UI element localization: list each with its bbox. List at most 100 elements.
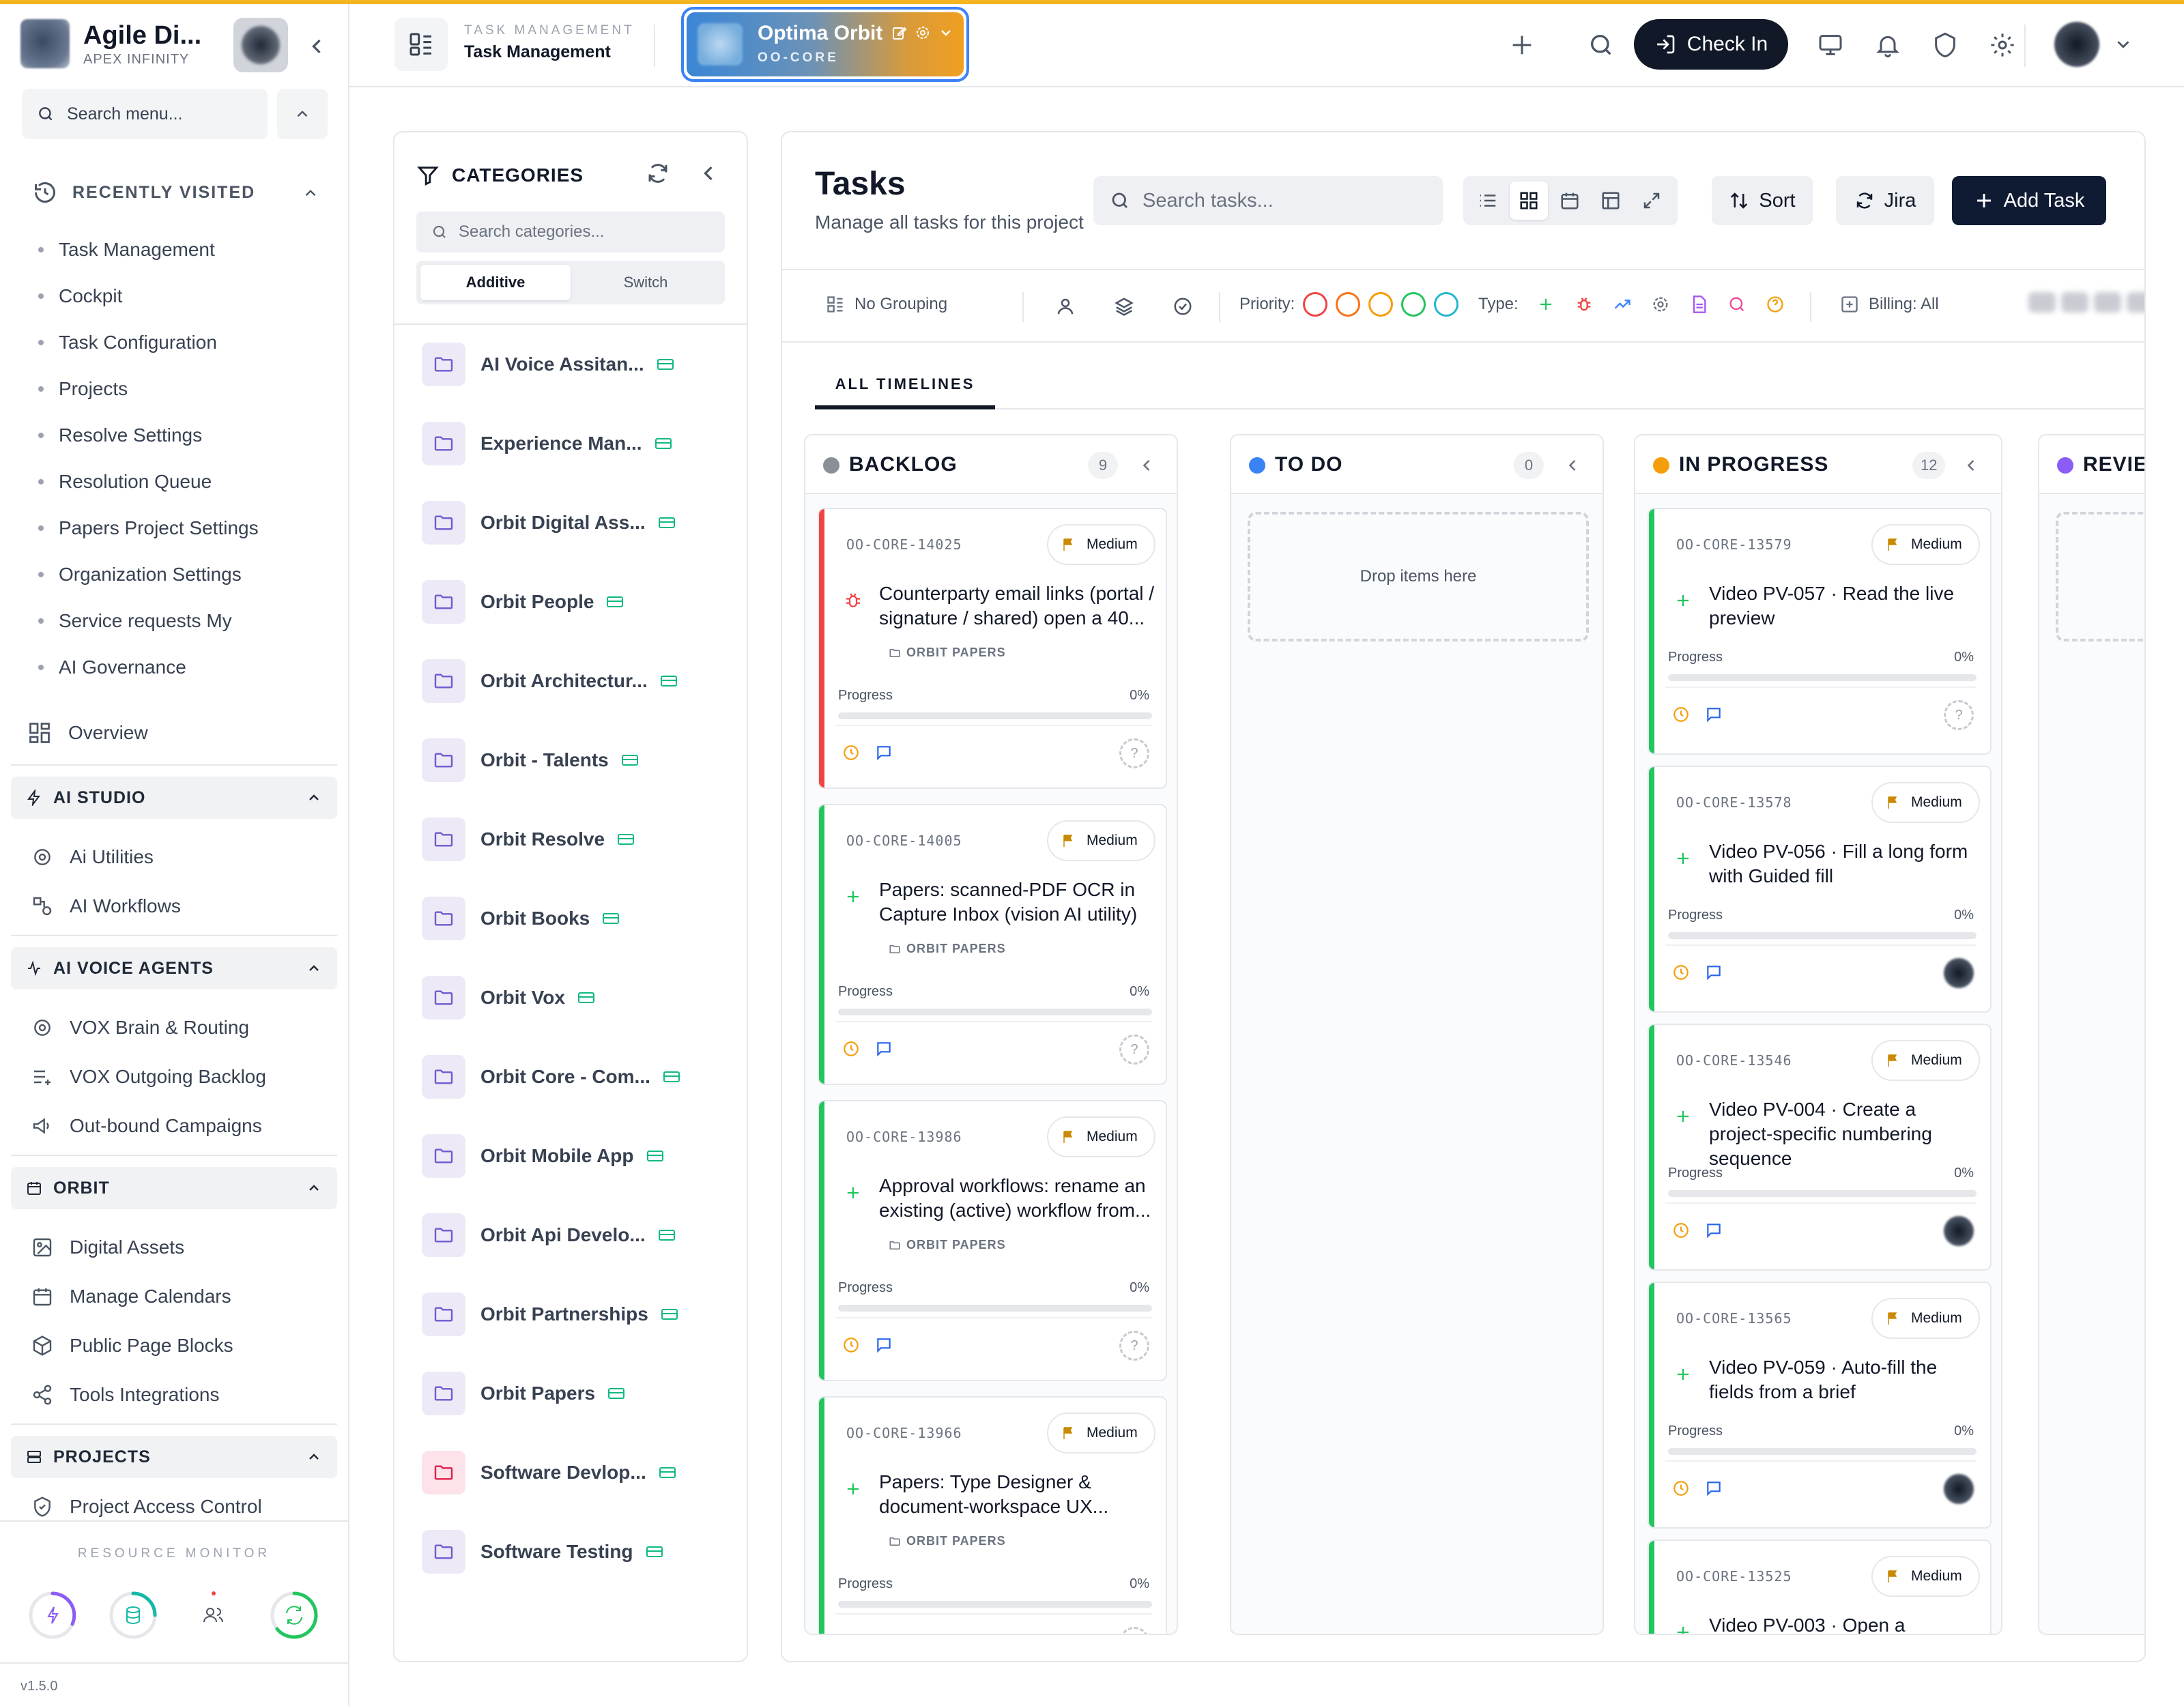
mode-switch[interactable]: Switch: [571, 265, 721, 300]
tab-all-timelines[interactable]: ALL TIMELINES: [815, 375, 995, 393]
nav-item-vox-brain[interactable]: VOX Brain & Routing: [31, 1007, 249, 1048]
time-log-button[interactable]: [1671, 1478, 1691, 1499]
task-card[interactable]: OO-CORE-13986 Medium Approval workflows:…: [818, 1100, 1167, 1381]
recent-item[interactable]: Task Configuration: [38, 319, 259, 366]
time-log-button[interactable]: [1671, 962, 1691, 983]
nav-item-ai-workflows[interactable]: AI Workflows: [31, 886, 181, 927]
recent-item[interactable]: Papers Project Settings: [38, 505, 259, 551]
notifications-button[interactable]: [1869, 26, 1907, 64]
recent-item[interactable]: Resolution Queue: [38, 459, 259, 505]
comments-button[interactable]: [874, 1335, 894, 1355]
categories-search-input[interactable]: [459, 222, 718, 242]
settings-button[interactable]: [1983, 26, 2022, 64]
category-item[interactable]: Orbit Books: [422, 894, 736, 943]
task-card[interactable]: OO-CORE-14025 Medium Counterparty email …: [818, 508, 1167, 789]
section-ai-voice-agents[interactable]: AI VOICE AGENTS: [11, 947, 337, 989]
recent-item[interactable]: Projects: [38, 366, 259, 412]
category-item[interactable]: Orbit Vox: [422, 973, 736, 1022]
section-ai-studio[interactable]: AI STUDIO: [11, 777, 337, 819]
task-search-input[interactable]: [1143, 189, 1429, 212]
comments-button[interactable]: [1704, 1478, 1724, 1499]
brand[interactable]: Agile Di... APEX INFINITY: [20, 19, 201, 68]
category-item[interactable]: Orbit People: [422, 577, 736, 626]
task-card[interactable]: OO-CORE-13565 Medium Video PV-059 · Auto…: [1648, 1282, 1992, 1529]
priority-badge[interactable]: Medium: [1871, 1298, 1980, 1339]
priority-medium-toggle[interactable]: [1368, 292, 1394, 317]
add-task-button[interactable]: Add Task: [1952, 176, 2106, 225]
chevron-down-icon[interactable]: [2113, 34, 2133, 55]
category-item[interactable]: AI Voice Assitan...: [422, 340, 736, 389]
recent-item[interactable]: Organization Settings: [38, 551, 259, 598]
category-item[interactable]: Orbit Architectur...: [422, 656, 736, 706]
task-card[interactable]: OO-CORE-13546 Medium Video PV-004 · Crea…: [1648, 1024, 1992, 1271]
database-gauge-icon[interactable]: [108, 1590, 158, 1640]
project-selector[interactable]: Optima Orbit OO-CORE: [681, 7, 969, 82]
priority-high-toggle[interactable]: [1336, 292, 1361, 317]
drop-zone[interactable]: [2056, 512, 2144, 641]
feature-type-icon[interactable]: [1536, 295, 1555, 314]
view-board-button[interactable]: [1510, 182, 1548, 220]
view-list-button[interactable]: [1469, 182, 1507, 220]
priority-badge[interactable]: Medium: [1047, 1116, 1155, 1157]
users-gauge-icon[interactable]: [188, 1590, 239, 1640]
billing-filter[interactable]: Billing: All: [1840, 295, 1939, 314]
security-button[interactable]: [1926, 26, 1964, 64]
nav-item-public-page-blocks[interactable]: Public Page Blocks: [31, 1325, 233, 1366]
cpu-gauge-icon[interactable]: [27, 1590, 78, 1640]
module-switcher[interactable]: [394, 18, 448, 71]
nav-item-digital-assets[interactable]: Digital Assets: [31, 1227, 184, 1268]
priority-badge[interactable]: Medium: [1047, 820, 1155, 861]
jira-sync-button[interactable]: Jira: [1836, 176, 1934, 225]
column-collapse-button[interactable]: [1137, 456, 1156, 478]
create-button[interactable]: [1503, 26, 1541, 64]
display-button[interactable]: [1811, 26, 1850, 64]
view-calendar-button[interactable]: [1551, 182, 1589, 220]
category-item[interactable]: Orbit Mobile App: [422, 1131, 736, 1181]
column-collapse-button[interactable]: [1962, 456, 1981, 478]
section-projects[interactable]: PROJECTS: [11, 1436, 337, 1478]
category-item[interactable]: Software Testing: [422, 1527, 736, 1576]
category-item[interactable]: Orbit Papers: [422, 1369, 736, 1418]
time-log-button[interactable]: [1671, 704, 1691, 725]
nav-item-project-access-control[interactable]: Project Access Control: [31, 1496, 262, 1520]
priority-badge[interactable]: Medium: [1047, 524, 1155, 565]
grouping-filter[interactable]: No Grouping: [826, 295, 947, 314]
priority-badge[interactable]: Medium: [1871, 782, 1980, 823]
category-item[interactable]: Orbit Api Develo...: [422, 1211, 736, 1260]
layers-filter-icon[interactable]: [1114, 296, 1134, 317]
priority-badge[interactable]: Medium: [1871, 1556, 1980, 1597]
check-in-button[interactable]: Check In: [1634, 19, 1788, 70]
chevron-left-icon[interactable]: [696, 161, 721, 186]
unassigned-avatar[interactable]: ?: [1119, 1035, 1149, 1065]
task-card[interactable]: OO-CORE-13579 Medium Video PV-057 · Read…: [1648, 508, 1992, 755]
time-log-button[interactable]: [1671, 1220, 1691, 1241]
nav-item-vox-outgoing[interactable]: VOX Outgoing Backlog: [31, 1056, 266, 1097]
recent-item[interactable]: Service requests My: [38, 598, 259, 644]
question-type-icon[interactable]: [1766, 295, 1785, 314]
time-log-button[interactable]: [841, 1631, 861, 1634]
category-item[interactable]: Orbit Core - Com...: [422, 1052, 736, 1101]
nav-item-outbound-campaigns[interactable]: Out-bound Campaigns: [31, 1105, 262, 1146]
drop-zone[interactable]: Drop items here: [1248, 512, 1589, 641]
task-card[interactable]: OO-CORE-13525 Medium Video PV-003 · Open…: [1648, 1539, 1992, 1634]
expand-button[interactable]: [1633, 182, 1671, 220]
sync-gauge-icon[interactable]: [269, 1590, 319, 1640]
task-card[interactable]: OO-CORE-14005 Medium Papers: scanned-PDF…: [818, 804, 1167, 1085]
category-item[interactable]: Orbit Partnerships: [422, 1290, 736, 1339]
category-item[interactable]: Software Devlop...: [422, 1448, 736, 1497]
recent-item[interactable]: Cockpit: [38, 273, 259, 319]
nav-item-manage-calendars[interactable]: Manage Calendars: [31, 1276, 231, 1317]
nav-item-tools-integrations[interactable]: Tools Integrations: [31, 1374, 219, 1415]
recent-item[interactable]: AI Governance: [38, 644, 259, 691]
comments-button[interactable]: [1704, 704, 1724, 725]
settings-icon[interactable]: [915, 25, 931, 41]
section-orbit[interactable]: ORBIT: [11, 1167, 337, 1209]
nav-item-ai-utilities[interactable]: Ai Utilities: [31, 837, 154, 878]
doc-type-icon[interactable]: [1689, 295, 1708, 314]
global-search-button[interactable]: [1582, 26, 1620, 64]
task-card[interactable]: OO-CORE-13966 Medium Papers: Type Design…: [818, 1396, 1167, 1634]
user-avatar[interactable]: [2054, 22, 2099, 67]
category-item[interactable]: Orbit Resolve: [422, 815, 736, 864]
view-table-button[interactable]: [1592, 182, 1630, 220]
category-item[interactable]: Orbit Digital Ass...: [422, 498, 736, 547]
